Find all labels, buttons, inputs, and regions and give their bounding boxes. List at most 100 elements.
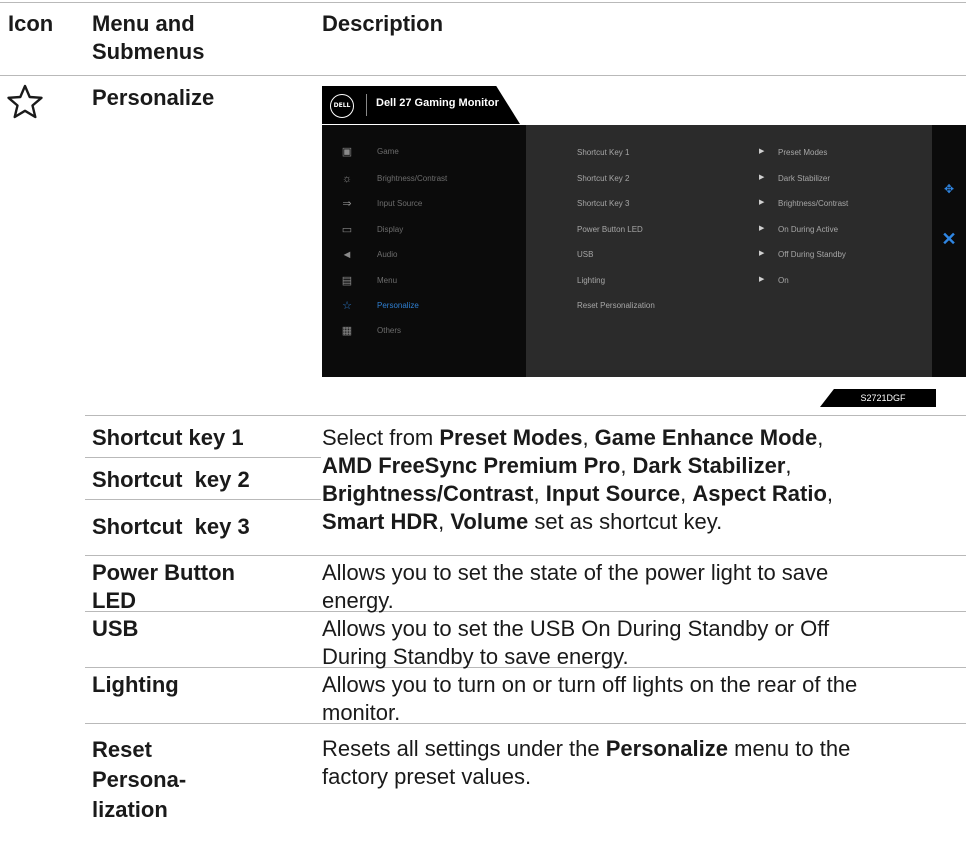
shortcut-desc-line4: Smart HDR, Volume set as shortcut key.	[322, 509, 723, 534]
star-icon: ☆	[342, 300, 352, 312]
header-menu: Menu and Submenus	[92, 10, 204, 66]
usb-desc-line2: During Standby to save energy.	[322, 644, 629, 669]
arrow-right-icon: ▶	[759, 148, 765, 155]
osd-setting-value: Off During Standby	[778, 250, 846, 259]
menu-icon: ▤	[341, 275, 353, 287]
osd-setting-value: On	[778, 276, 789, 285]
osd-menu-item-label: Game	[377, 147, 399, 156]
rule-sk3	[85, 555, 966, 556]
arrow-right-icon: ▶	[759, 174, 765, 181]
shortcut-desc-line1: Select from Preset Modes, Game Enhance M…	[322, 425, 824, 450]
input-source-icon: ⇒	[342, 198, 352, 210]
osd-menu-item-game[interactable]: ▣ Game	[322, 144, 526, 160]
osd-setting-shortcut-key-3[interactable]: Shortcut Key 3 ▶ Brightness/Contrast	[526, 197, 932, 211]
osd-menu-item-menu[interactable]: ▤ Menu	[322, 273, 526, 289]
row-power-button-led: Power Button LED	[92, 559, 235, 615]
model-label: S2721DGF	[820, 389, 936, 407]
section-title: Personalize	[92, 85, 215, 110]
header-menu-line2: Submenus	[92, 39, 205, 64]
header-description: Description	[322, 11, 444, 36]
osd-setting-label: Reset Personalization	[577, 301, 655, 310]
osd-setting-label: Shortcut Key 3	[577, 199, 630, 208]
osd-submenu: Shortcut Key 1 ▶ Preset Modes Shortcut K…	[526, 125, 932, 377]
osd-menu-item-input-source[interactable]: ⇒ Input Source	[322, 196, 526, 212]
power-led-desc-line1: Allows you to set the state of the power…	[322, 560, 829, 585]
display-icon: ▭	[341, 224, 353, 236]
osd-menu-item-others[interactable]: ▦ Others	[322, 323, 526, 339]
row-shortcut-key-2: Shortcut key 2	[92, 467, 250, 492]
power-button-led-description: Allows you to set the state of the power…	[322, 559, 962, 615]
shortcut-key-description: Select from Preset Modes, Game Enhance M…	[322, 424, 962, 536]
row-power-button-led-line1: Power Button	[92, 560, 235, 585]
osd-menu-item-display[interactable]: ▭ Display	[322, 222, 526, 238]
others-icon: ▦	[341, 325, 353, 337]
osd-menu-item-label: Menu	[377, 276, 398, 285]
reset-personalization-description: Resets all settings under the Personaliz…	[322, 735, 962, 791]
osd-title: Dell 27 Gaming Monitor	[376, 97, 499, 109]
osd-setting-value: On During Active	[778, 225, 839, 234]
row-reset-line1: Reset	[92, 737, 152, 762]
reset-desc-line1: Resets all settings under the Personaliz…	[322, 736, 851, 761]
row-power-button-led-line2: LED	[92, 588, 136, 613]
shortcut-desc-line3: Brightness/Contrast, Input Source, Aspec…	[322, 481, 834, 506]
star-outline-icon	[6, 83, 44, 121]
row-lighting: Lighting	[92, 672, 179, 697]
osd-setting-power-button-led[interactable]: Power Button LED ▶ On During Active	[526, 223, 932, 237]
osd-setting-reset-personalization[interactable]: Reset Personalization	[526, 299, 932, 313]
osd-menu-item-audio[interactable]: ◄ Audio	[322, 247, 526, 263]
osd-setting-value: Dark Stabilizer	[778, 174, 831, 183]
osd-setting-label: Lighting	[577, 276, 606, 285]
osd-setting-value: Brightness/Contrast	[778, 199, 849, 208]
header-menu-line1: Menu and	[92, 11, 195, 36]
arrow-right-icon: ▶	[759, 250, 765, 257]
osd-setting-usb[interactable]: USB ▶ Off During Standby	[526, 248, 932, 262]
row-shortcut-key-3: Shortcut key 3	[92, 514, 250, 539]
close-icon[interactable]: ✕	[941, 230, 957, 248]
power-led-desc-line2: energy.	[322, 588, 394, 613]
row-usb: USB	[92, 616, 139, 641]
row-shortcut-key-1: Shortcut key 1	[92, 425, 244, 450]
osd-setting-label: Power Button LED	[577, 225, 643, 234]
osd-setting-label: Shortcut Key 2	[577, 174, 630, 183]
osd-setting-shortcut-key-1[interactable]: Shortcut Key 1 ▶ Preset Modes	[526, 146, 932, 160]
rule-top	[0, 2, 966, 3]
row-reset-line2: Persona-	[92, 767, 187, 792]
osd-title-bar: DELL Dell 27 Gaming Monitor	[322, 86, 520, 124]
navigation-joystick-icon[interactable]: ✥	[942, 182, 956, 196]
osd-setting-value: Preset Modes	[778, 148, 828, 157]
osd-setting-label: USB	[577, 250, 594, 259]
row-reset-line3: lization	[92, 797, 168, 822]
lighting-desc-line1: Allows you to turn on or turn off lights…	[322, 672, 858, 697]
header-icon: Icon	[8, 11, 54, 36]
osd-menu-item-label: Display	[377, 225, 404, 234]
arrow-right-icon: ▶	[759, 225, 765, 232]
lighting-desc-line2: monitor.	[322, 700, 401, 725]
osd-main-menu: ▣ Game ☼ Brightness/Contrast ⇒ Input Sou…	[322, 125, 526, 377]
rule-osd	[85, 415, 966, 416]
rule-sk1	[85, 457, 321, 458]
dell-logo: DELL	[330, 94, 354, 118]
osd-menu-item-brightness[interactable]: ☼ Brightness/Contrast	[322, 171, 526, 187]
row-reset-personalization: Reset Persona- lization	[92, 735, 186, 825]
osd-menu-item-label: Input Source	[377, 199, 423, 208]
osd-setting-lighting[interactable]: Lighting ▶ On	[526, 274, 932, 288]
osd-menu-item-label: Audio	[377, 250, 398, 259]
arrow-right-icon: ▶	[759, 276, 765, 283]
osd-control-bar: ✥ ✕	[932, 125, 966, 377]
audio-icon: ◄	[341, 249, 353, 261]
lighting-description: Allows you to turn on or turn off lights…	[322, 671, 962, 727]
osd-setting-shortcut-key-2[interactable]: Shortcut Key 2 ▶ Dark Stabilizer	[526, 172, 932, 186]
osd-menu-item-personalize[interactable]: ☆ Personalize	[322, 298, 526, 314]
brightness-icon: ☼	[341, 173, 353, 185]
rule-sk2	[85, 499, 321, 500]
game-icon: ▣	[341, 146, 353, 158]
arrow-right-icon: ▶	[759, 199, 765, 206]
osd-menu: ▣ Game ☼ Brightness/Contrast ⇒ Input Sou…	[322, 125, 966, 377]
osd-setting-label: Shortcut Key 1	[577, 148, 630, 157]
shortcut-desc-line2: AMD FreeSync Premium Pro, Dark Stabilize…	[322, 453, 792, 478]
reset-desc-line2: factory preset values.	[322, 764, 532, 789]
usb-desc-line1: Allows you to set the USB On During Stan…	[322, 616, 830, 641]
rule-header	[0, 75, 966, 76]
osd-menu-item-label: Personalize	[377, 301, 419, 310]
usb-description: Allows you to set the USB On During Stan…	[322, 615, 962, 671]
